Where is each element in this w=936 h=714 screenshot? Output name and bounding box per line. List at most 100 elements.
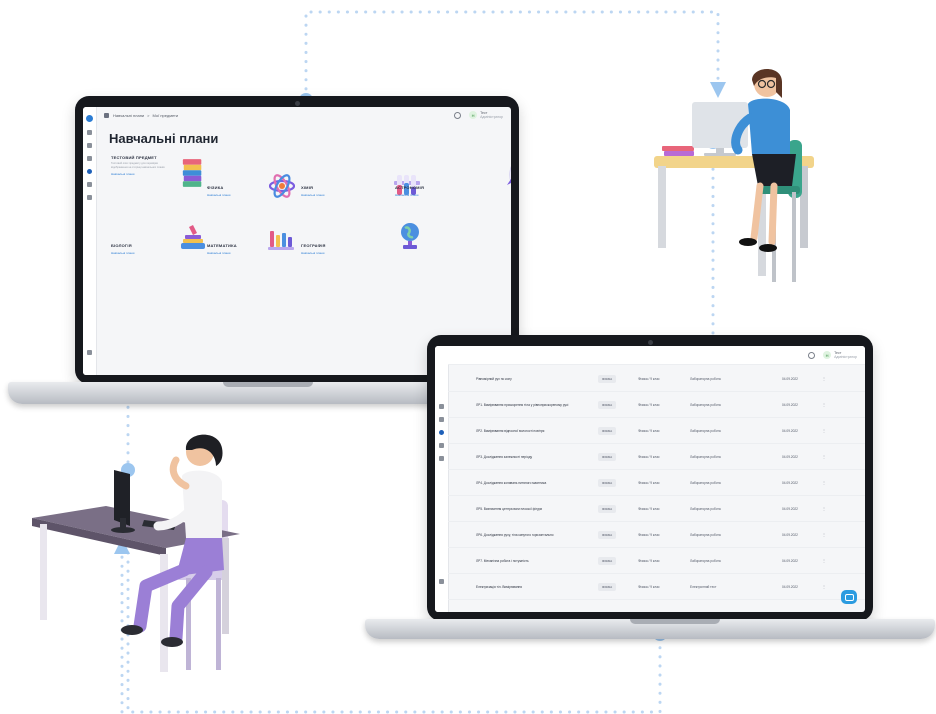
lesson-grade: Фізика / 9 клас <box>638 559 690 563</box>
table-row[interactable]: ЛР4. Дослідження коливань нитяного маятн… <box>448 470 865 496</box>
lesson-grade-text: Фізика / 9 клас <box>638 376 660 381</box>
lesson-type-text: Лабораторна робота <box>690 480 721 485</box>
subject-plans-link[interactable]: Навчальні плани <box>301 251 393 255</box>
grid-icon[interactable] <box>87 130 92 135</box>
page-title: Навчальні плани <box>109 131 219 146</box>
more-vertical-icon[interactable]: ⋮ <box>822 532 832 537</box>
gear-icon[interactable] <box>808 351 816 359</box>
subject-tag-text: ФІЗИКА <box>598 582 617 591</box>
lesson-date: 04.09.2022 <box>782 533 822 537</box>
lesson-date-text: 04.09.2022 <box>782 532 798 537</box>
edit-icon[interactable] <box>87 182 92 187</box>
subject-tag: ФІЗИКА <box>598 504 638 513</box>
book-icon[interactable] <box>439 404 444 409</box>
circle-icon[interactable] <box>87 169 92 174</box>
subject-tag-text: ФІЗИКА <box>598 504 617 513</box>
avatar[interactable]: Н <box>469 111 478 119</box>
subject-tag: ФІЗИКА <box>598 400 638 409</box>
table-row[interactable]: ЛР1. Вимірювання прискорення тіла у рівн… <box>448 392 865 418</box>
table-row[interactable]: Електризація тіл. Вимірювання ФІЗИКА Фізик… <box>448 574 865 600</box>
chat-icon <box>844 593 854 601</box>
sidebar <box>435 346 449 612</box>
subject-card[interactable]: ФІЗИКА Навчальні плани <box>207 174 299 229</box>
lesson-grade-text: Фізика / 9 клас <box>638 428 660 433</box>
more-vertical-icon[interactable]: ⋮ <box>822 376 832 381</box>
lesson-date: 04.09.2022 <box>782 403 822 407</box>
lesson-grade: Фізика / 9 клас <box>638 481 690 485</box>
lesson-grade-text: Фізика / 9 клас <box>638 402 660 407</box>
avatar[interactable]: Н <box>823 351 832 359</box>
lesson-title: ЛР4. Дослідження коливань нитяного маятн… <box>448 481 598 485</box>
breadcrumb-item[interactable]: Мої предмети <box>153 113 179 118</box>
lesson-title-text: Електризація тіл. Вимірювання <box>476 584 523 589</box>
lesson-date: 04.09.2022 <box>782 455 822 459</box>
table-row[interactable]: ЛР2. Вимірювання відносної вологості пов… <box>448 418 865 444</box>
microscope-icon <box>181 225 205 249</box>
lesson-title: ЛР2. Вимірювання відносної вологості пов… <box>448 429 598 433</box>
circle-icon[interactable] <box>439 430 444 435</box>
subject-card[interactable]: ХІМІЯ Навчальні плани <box>301 175 420 229</box>
lesson-title: ЛР5. Визначення центра ваги плоскої фігу… <box>448 507 598 511</box>
subject-tag-text: ФІЗИКА <box>598 400 617 409</box>
subject-plans-link[interactable]: Навчальні плани <box>395 193 487 197</box>
settings-icon[interactable] <box>439 456 444 461</box>
edit-icon[interactable] <box>439 443 444 448</box>
laptop-lessons: Н Тест Адміністратор Рівномірний рух по … <box>365 335 935 640</box>
more-vertical-icon[interactable]: ⋮ <box>822 454 832 459</box>
laptop-base <box>365 619 935 639</box>
lesson-date: 04.09.2022 <box>782 507 822 511</box>
lesson-title: ЛР6. Дослідження руху, тілa кинутого гор… <box>448 533 598 537</box>
subject-card[interactable]: БІОЛОГІЯ Навчальні плани <box>111 225 205 287</box>
subject-tag-text: ФІЗИКА <box>598 374 617 383</box>
subject-name: ГЕОГРАФІЯ <box>301 243 326 248</box>
more-vertical-icon[interactable]: ⋮ <box>822 584 832 589</box>
settings-icon[interactable] <box>87 195 92 200</box>
subject-tag-text: ФІЗИКА <box>598 556 617 565</box>
subject-tag: ФІЗИКА <box>598 374 638 383</box>
more-vertical-icon[interactable]: ⋮ <box>822 480 832 485</box>
webcam <box>648 340 653 345</box>
subject-card[interactable]: МАТЕМАТИКА Навчальні плани <box>207 231 299 287</box>
rocket-icon <box>507 166 511 185</box>
more-vertical-icon[interactable]: ⋮ <box>822 428 832 433</box>
lesson-type-text: Лабораторна робота <box>690 506 721 511</box>
gear-icon[interactable] <box>454 111 462 119</box>
more-vertical-icon[interactable]: ⋮ <box>822 558 832 563</box>
lesson-title-text: ЛР7. Механічна робота і потужність <box>476 558 529 563</box>
lesson-grade: Фізика / 9 клас <box>638 533 690 537</box>
more-vertical-icon[interactable]: ⋮ <box>822 402 832 407</box>
home-icon[interactable] <box>86 115 93 122</box>
lesson-type: Лабораторна робота <box>690 533 782 537</box>
breadcrumb-item[interactable]: Навчальні плани <box>113 113 144 118</box>
lesson-date: 04.09.2022 <box>782 429 822 433</box>
table-row[interactable]: ЛР3. Дослідження залежності періоду ФІЗИК… <box>448 444 865 470</box>
lesson-grade: Фізика / 9 клас <box>638 585 690 589</box>
table-row[interactable]: ЛР5. Визначення центра ваги плоскої фігу… <box>448 496 865 522</box>
lesson-grade: Фізика / 9 клас <box>638 507 690 511</box>
logout-icon[interactable] <box>439 579 444 584</box>
subject-tag: ФІЗИКА <box>598 582 638 591</box>
user-info[interactable]: Тест Адміністратор <box>480 111 503 119</box>
subject-tag: ФІЗИКА <box>598 452 638 461</box>
table-row[interactable]: Рівномірний рух по колу ФІЗИКА Фізика / 9 … <box>448 366 865 392</box>
table-row[interactable]: ЛР6. Дослідження руху, тілa кинутого гор… <box>448 522 865 548</box>
chat-button[interactable] <box>841 590 857 604</box>
lesson-grade-text: Фізика / 9 клас <box>638 532 660 537</box>
users-icon[interactable] <box>87 156 92 161</box>
lesson-title: ЛР3. Дослідження залежності періоду <box>448 455 598 459</box>
lesson-date: 04.09.2022 <box>782 559 822 563</box>
user-role: Адміністратор <box>480 115 503 119</box>
table-row[interactable]: ЛР7. Механічна робота і потужність ФІЗИКА… <box>448 548 865 574</box>
lesson-type: Лабораторна робота <box>690 559 782 563</box>
menu-grid-icon[interactable] <box>104 112 109 118</box>
subject-plans-link[interactable]: Навчальні плани <box>301 193 393 197</box>
user-info[interactable]: Тест Адміністратор <box>834 351 857 359</box>
users-icon[interactable] <box>439 417 444 422</box>
more-vertical-icon[interactable]: ⋮ <box>822 506 832 511</box>
subject-card[interactable]: ГЕОГРАФІЯ Навчальні плани <box>301 223 419 287</box>
subject-card[interactable]: ТЕСТОВИЙ ПРЕДМЕТ Тестовий опис предмету … <box>111 155 203 199</box>
book-icon[interactable] <box>87 143 92 148</box>
subject-tag-text: ФІЗИКА <box>598 530 617 539</box>
lesson-type: Електронний тест <box>690 585 782 589</box>
logout-icon[interactable] <box>87 350 92 355</box>
